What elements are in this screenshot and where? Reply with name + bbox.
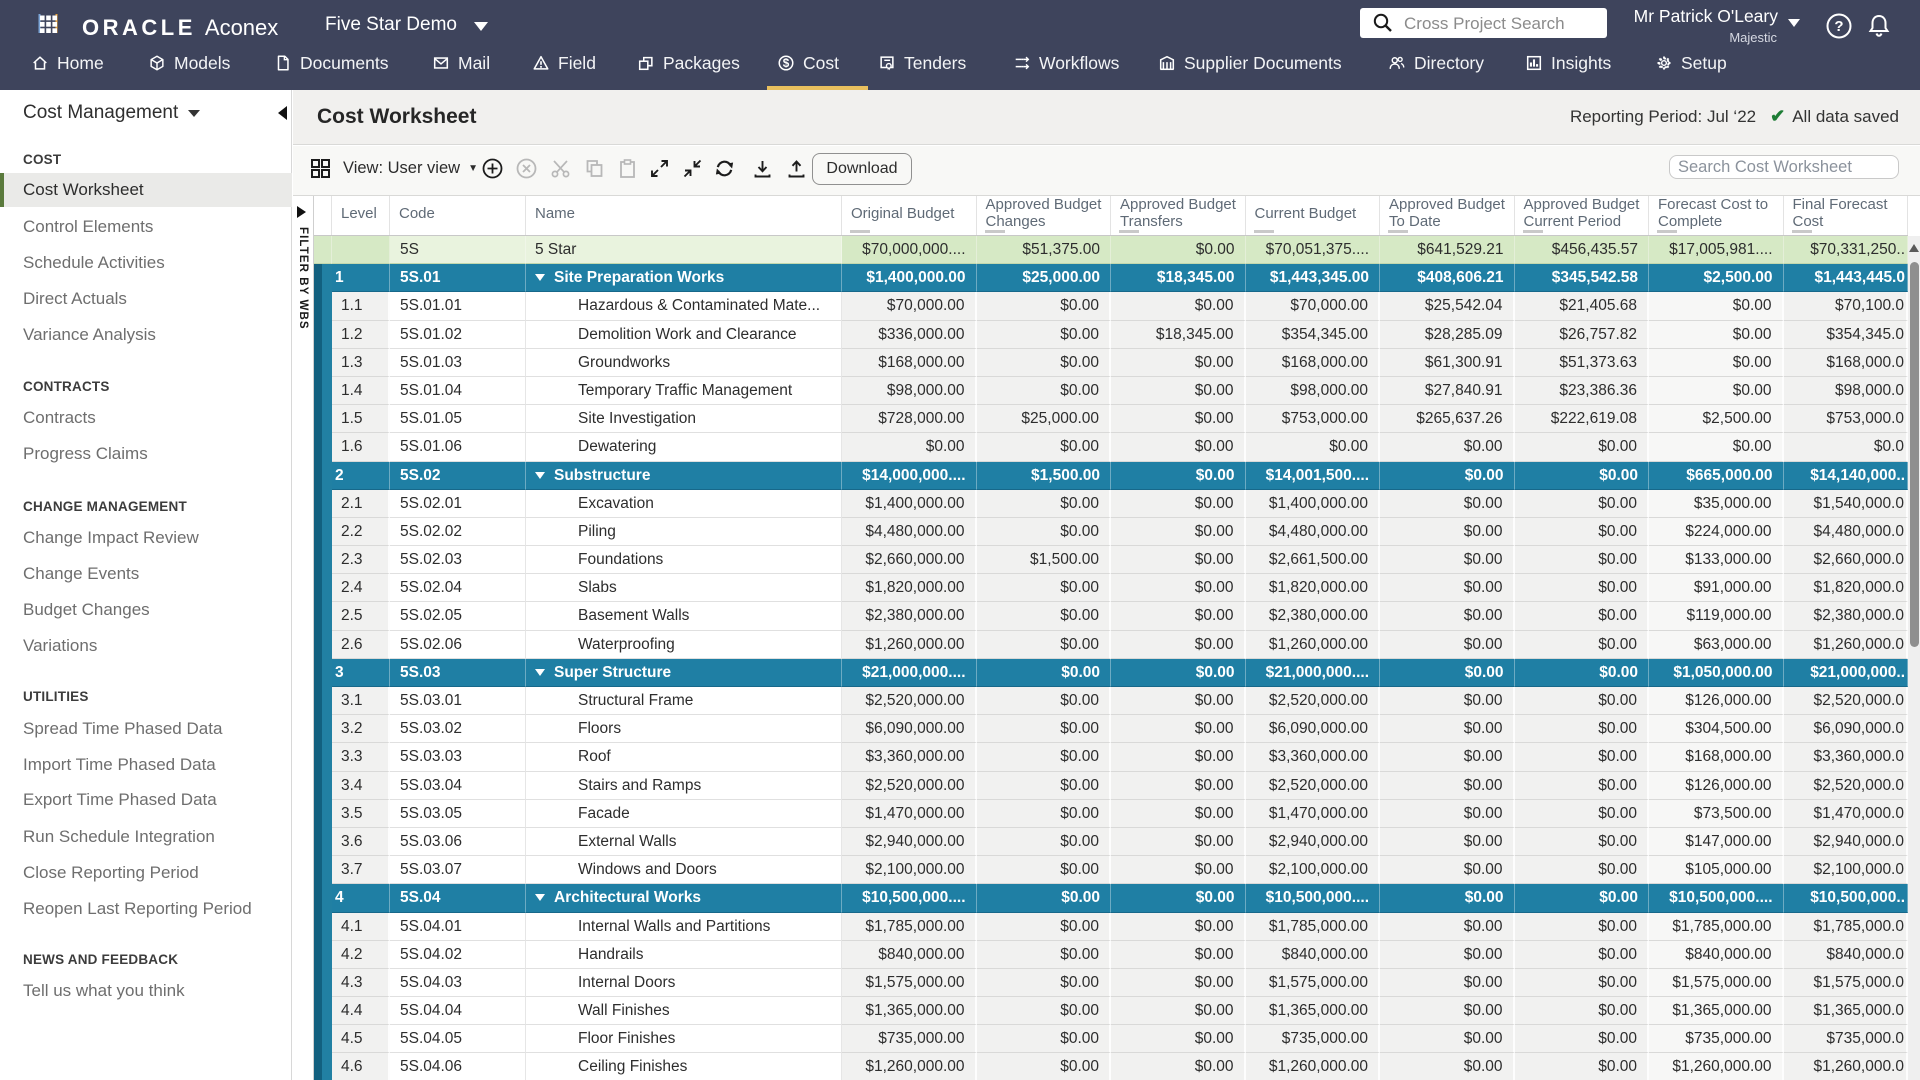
svg-text:?: ? — [1834, 18, 1843, 35]
svg-text:$: $ — [783, 57, 790, 70]
